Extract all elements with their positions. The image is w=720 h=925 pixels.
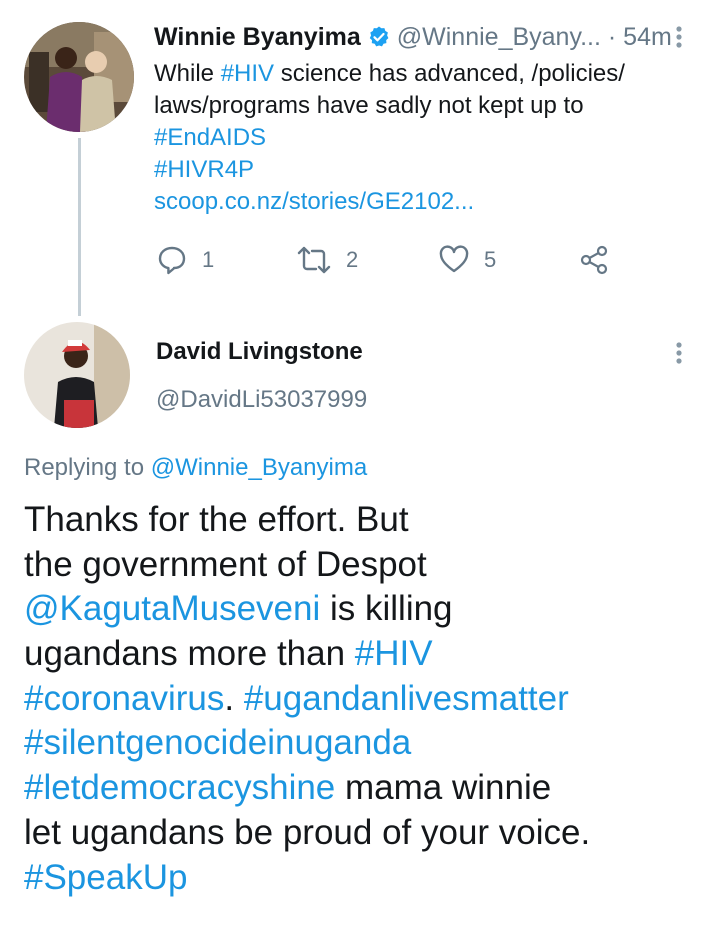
like-button[interactable]: 5: [438, 240, 496, 280]
verified-badge-icon: [367, 24, 391, 48]
mention-link[interactable]: @KagutaMuseveni: [24, 589, 320, 628]
hashtag-link[interactable]: #SpeakUp: [24, 858, 187, 897]
reply-author-avatar[interactable]: [24, 322, 130, 428]
avatar-photo-icon: [24, 322, 130, 428]
author-handle[interactable]: @Winnie_Byany...: [397, 23, 601, 51]
url-link[interactable]: scoop.co.nz/stories/GE2102...: [154, 188, 474, 215]
time-separator: ·: [600, 23, 624, 51]
reply-text-segment: mama winnie: [335, 768, 552, 808]
replying-to-label: Replying to: [24, 454, 151, 481]
reply-count: 1: [202, 247, 215, 272]
share-button[interactable]: [578, 240, 624, 280]
hashtag-link[interactable]: #silentgenocideinuganda: [24, 723, 411, 762]
retweet-icon: [297, 246, 331, 274]
replying-to: Replying to @Winnie_Byanyima: [24, 452, 367, 484]
reply-more-menu-icon[interactable]: [664, 338, 694, 368]
tweet-text-segment: While: [154, 60, 221, 87]
hashtag-link[interactable]: #coronavirus: [24, 679, 224, 718]
tweet-header: Winnie Byanyima @Winnie_Byany... · 54m: [154, 20, 672, 54]
reply-text-line: Thanks for the effort. But: [24, 500, 409, 539]
hashtag-link[interactable]: #HIV: [221, 60, 274, 87]
reply-text-segment: ugandans more than: [24, 634, 355, 674]
reply-icon: [158, 246, 186, 275]
reply-author-name[interactable]: David Livingstone: [156, 336, 363, 368]
tweet-text-segment: science has advanced, /policies/: [274, 60, 625, 87]
reply-text-segment: is killing: [320, 589, 453, 629]
hashtag-link[interactable]: #EndAIDS: [154, 124, 266, 151]
hashtag-link[interactable]: #letdemocracyshine: [24, 768, 335, 807]
retweet-button[interactable]: 2: [296, 240, 358, 280]
thread-connector-line: [78, 138, 81, 316]
author-avatar[interactable]: [24, 22, 134, 132]
reply-button[interactable]: 1: [156, 240, 214, 280]
reply-text-line: the government of Despot: [24, 544, 427, 584]
replying-to-mention[interactable]: @Winnie_Byanyima: [151, 454, 367, 481]
tweet-text-segment: laws/programs have sadly not kept up to: [154, 92, 584, 119]
like-count: 5: [484, 247, 497, 272]
hashtag-link[interactable]: #HIVR4P: [154, 156, 254, 183]
author-name[interactable]: Winnie Byanyima: [154, 23, 361, 51]
reply-text: Thanks for the effort. But the governmen…: [24, 498, 704, 900]
reply-text-line: let ugandans be proud of your voice.: [24, 812, 591, 852]
retweet-count: 2: [346, 247, 359, 272]
tweet-text: While #HIV science has advanced, /polici…: [154, 58, 674, 218]
reply-author-handle[interactable]: @DavidLi53037999: [156, 384, 367, 416]
reply-text-segment: .: [224, 678, 244, 718]
tweet-more-menu-icon[interactable]: [664, 22, 694, 52]
hashtag-link[interactable]: #HIV: [355, 634, 433, 673]
avatar-photo-icon: [24, 22, 134, 132]
share-icon: [580, 245, 608, 275]
hashtag-link[interactable]: #ugandanlivesmatter: [244, 679, 569, 718]
heart-icon: [439, 245, 469, 273]
